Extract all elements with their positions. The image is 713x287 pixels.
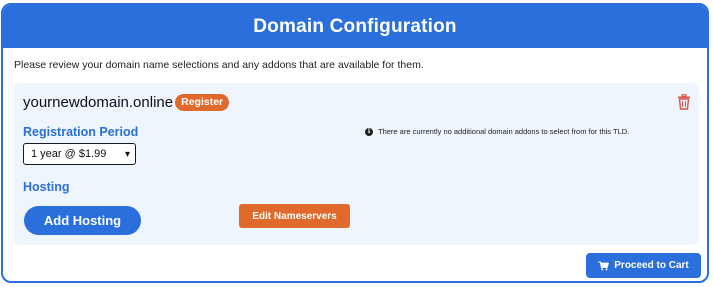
intro-text: Please review your domain name selection…	[14, 59, 424, 71]
edit-nameservers-label: Edit Nameservers	[252, 210, 337, 222]
registration-period-value: 1 year @ $1.99	[31, 148, 107, 160]
domain-configuration-panel: Domain Configuration Please review your …	[1, 3, 709, 283]
domain-name: yournewdomain.online	[23, 94, 174, 111]
register-badge: Register	[175, 94, 230, 111]
edit-nameservers-button[interactable]: Edit Nameservers	[239, 204, 350, 228]
proceed-to-cart-label: Proceed to Cart	[614, 260, 689, 271]
hosting-label: Hosting	[23, 180, 70, 194]
page-title: Domain Configuration	[253, 15, 457, 37]
addons-note: i There are currently no additional doma…	[365, 127, 629, 136]
info-icon: i	[365, 127, 373, 136]
add-hosting-label: Add Hosting	[43, 213, 122, 228]
add-hosting-button[interactable]: Add Hosting	[24, 206, 141, 235]
proceed-to-cart-button[interactable]: Proceed to Cart	[586, 253, 701, 278]
registration-period-label: Registration Period	[23, 125, 139, 139]
registration-period-select[interactable]: 1 year @ $1.99 ▾	[23, 143, 136, 165]
chevron-down-icon: ▾	[124, 148, 130, 160]
addons-note-text: There are currently no additional domain…	[378, 127, 630, 136]
domain-item: yournewdomain.online Register Registrati…	[13, 83, 699, 245]
trash-icon[interactable]	[677, 94, 691, 110]
domain-name-row: yournewdomain.online Register	[23, 94, 230, 111]
cart-icon	[598, 260, 610, 270]
panel-header: Domain Configuration	[3, 5, 707, 48]
